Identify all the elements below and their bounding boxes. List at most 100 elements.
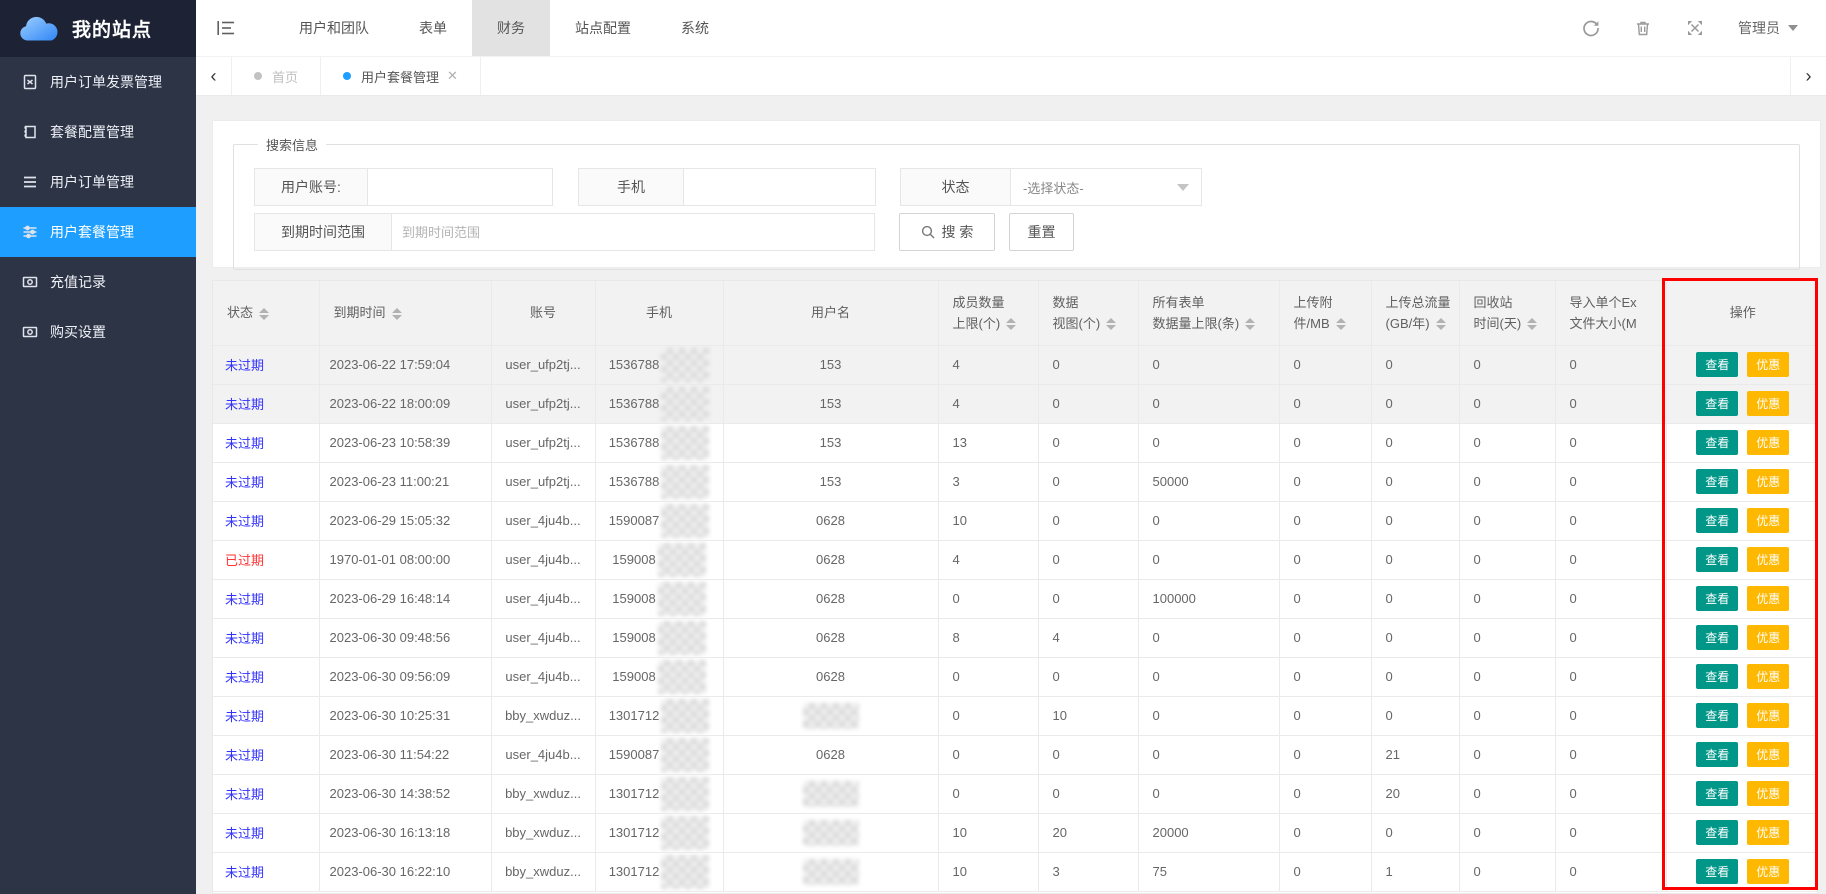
cell-username: 0628 <box>723 618 938 657</box>
status-badge: 未过期 <box>225 865 264 880</box>
fullscreen-icon[interactable] <box>1686 19 1704 37</box>
status-select[interactable]: -选择状态- <box>1011 169 1201 205</box>
topnav-item-2[interactable]: 财务 <box>472 0 550 56</box>
sort-carets-icon[interactable] <box>1245 318 1255 330</box>
cell-status: 未过期 <box>213 813 319 852</box>
sidebar-item-2[interactable]: 用户订单管理 <box>0 157 196 207</box>
cell-phone: 159008 <box>595 618 723 657</box>
sidebar-item-3[interactable]: 用户套餐管理 <box>0 207 196 257</box>
discount-button[interactable]: 优惠 <box>1747 469 1789 494</box>
discount-button[interactable]: 优惠 <box>1747 625 1789 650</box>
discount-button[interactable]: 优惠 <box>1747 703 1789 728</box>
cell-member-limit: 0 <box>938 579 1038 618</box>
refresh-icon[interactable] <box>1582 19 1600 37</box>
cell-expire-time: 2023-06-30 14:38:52 <box>319 774 491 813</box>
view-button[interactable]: 查看 <box>1696 859 1738 884</box>
discount-button[interactable]: 优惠 <box>1747 352 1789 377</box>
discount-button[interactable]: 优惠 <box>1747 391 1789 416</box>
trash-icon[interactable] <box>1634 19 1652 37</box>
table-body: 未过期2023-06-22 17:59:04user_ufp2tj...1536… <box>213 345 1818 891</box>
cell-member-limit: 0 <box>938 774 1038 813</box>
tab-1[interactable]: 用户套餐管理✕ <box>321 57 481 95</box>
cell-recycle-days: 0 <box>1459 774 1555 813</box>
cell-upload-attach: 0 <box>1279 501 1371 540</box>
view-button[interactable]: 查看 <box>1696 391 1738 416</box>
cell-operations: 查看 优惠 <box>1666 774 1818 813</box>
view-button[interactable]: 查看 <box>1696 742 1738 767</box>
view-button[interactable]: 查看 <box>1696 625 1738 650</box>
table-row-1: 未过期2023-06-22 18:00:09user_ufp2tj...1536… <box>213 384 1818 423</box>
sort-carets-icon[interactable] <box>1436 318 1446 330</box>
phone-input[interactable] <box>684 169 875 205</box>
column-header-9[interactable]: 上传总流量(GB/年) <box>1371 281 1459 345</box>
view-button[interactable]: 查看 <box>1696 664 1738 689</box>
reset-button[interactable]: 重置 <box>1009 213 1074 251</box>
sort-carets-icon[interactable] <box>1106 318 1116 330</box>
collapse-menu-icon[interactable] <box>196 0 256 56</box>
view-button[interactable]: 查看 <box>1696 703 1738 728</box>
sort-carets-icon[interactable] <box>392 308 402 320</box>
topnav-item-0[interactable]: 用户和团队 <box>274 0 394 56</box>
sidebar-item-0[interactable]: 用户订单发票管理 <box>0 57 196 107</box>
search-button[interactable]: 搜 索 <box>899 213 995 251</box>
view-button[interactable]: 查看 <box>1696 586 1738 611</box>
column-title: 状态 <box>227 305 253 320</box>
view-button[interactable]: 查看 <box>1696 469 1738 494</box>
tab-0[interactable]: 首页 <box>232 57 321 95</box>
column-header-6[interactable]: 数据视图(个) <box>1038 281 1138 345</box>
discount-button[interactable]: 优惠 <box>1747 820 1789 845</box>
discount-button[interactable]: 优惠 <box>1747 430 1789 455</box>
user-menu[interactable]: 管理员 <box>1738 18 1798 38</box>
phone-prefix: 1590087 <box>609 513 660 528</box>
column-header-8[interactable]: 上传附件/MB <box>1279 281 1371 345</box>
account-input[interactable] <box>368 169 552 205</box>
discount-button[interactable]: 优惠 <box>1747 742 1789 767</box>
table-row-3: 未过期2023-06-23 11:00:21user_ufp2tj...1536… <box>213 462 1818 501</box>
cell-upload-attach: 0 <box>1279 540 1371 579</box>
column-header-0[interactable]: 状态 <box>213 281 319 345</box>
column-header-10[interactable]: 回收站时间(天) <box>1459 281 1555 345</box>
discount-button[interactable]: 优惠 <box>1747 547 1789 572</box>
discount-button[interactable]: 优惠 <box>1747 781 1789 806</box>
view-button[interactable]: 查看 <box>1696 508 1738 533</box>
topnav-item-1[interactable]: 表单 <box>394 0 472 56</box>
masked-phone <box>661 777 709 811</box>
tabs-scroll-left-icon[interactable]: ‹ <box>196 57 232 95</box>
column-title: 视图(个) <box>1053 316 1101 331</box>
topnav-item-4[interactable]: 系统 <box>656 0 734 56</box>
masked-phone <box>658 660 706 694</box>
discount-button[interactable]: 优惠 <box>1747 508 1789 533</box>
close-icon[interactable]: ✕ <box>447 68 458 84</box>
tabs-scroll-right-icon[interactable]: › <box>1790 57 1826 95</box>
sort-carets-icon[interactable] <box>1336 318 1346 330</box>
sidebar-item-label: 用户订单发票管理 <box>50 72 162 92</box>
masked-username <box>803 820 859 846</box>
cell-account: user_ufp2tj... <box>491 423 595 462</box>
view-button[interactable]: 查看 <box>1696 781 1738 806</box>
view-button[interactable]: 查看 <box>1696 430 1738 455</box>
status-badge: 未过期 <box>225 631 264 646</box>
cell-account: user_4ju4b... <box>491 657 595 696</box>
column-header-1[interactable]: 到期时间 <box>319 281 491 345</box>
orders-icon <box>22 174 38 190</box>
cell-data-views: 0 <box>1038 501 1138 540</box>
sort-carets-icon[interactable] <box>1006 318 1016 330</box>
discount-button[interactable]: 优惠 <box>1747 664 1789 689</box>
view-button[interactable]: 查看 <box>1696 352 1738 377</box>
sort-carets-icon[interactable] <box>259 308 269 320</box>
discount-button[interactable]: 优惠 <box>1747 859 1789 884</box>
sidebar-item-1[interactable]: 套餐配置管理 <box>0 107 196 157</box>
column-header-5[interactable]: 成员数量上限(个) <box>938 281 1038 345</box>
discount-button[interactable]: 优惠 <box>1747 586 1789 611</box>
sort-carets-icon[interactable] <box>1527 318 1537 330</box>
sidebar-item-5[interactable]: 购买设置 <box>0 307 196 357</box>
view-button[interactable]: 查看 <box>1696 820 1738 845</box>
view-button[interactable]: 查看 <box>1696 547 1738 572</box>
masked-username <box>803 703 859 729</box>
column-header-7[interactable]: 所有表单数据量上限(条) <box>1138 281 1279 345</box>
phone-prefix: 1536788 <box>609 474 660 489</box>
topnav-item-3[interactable]: 站点配置 <box>550 0 656 56</box>
sidebar-item-label: 购买设置 <box>50 322 106 342</box>
date-range-input[interactable] <box>392 214 874 250</box>
sidebar-item-4[interactable]: 充值记录 <box>0 257 196 307</box>
